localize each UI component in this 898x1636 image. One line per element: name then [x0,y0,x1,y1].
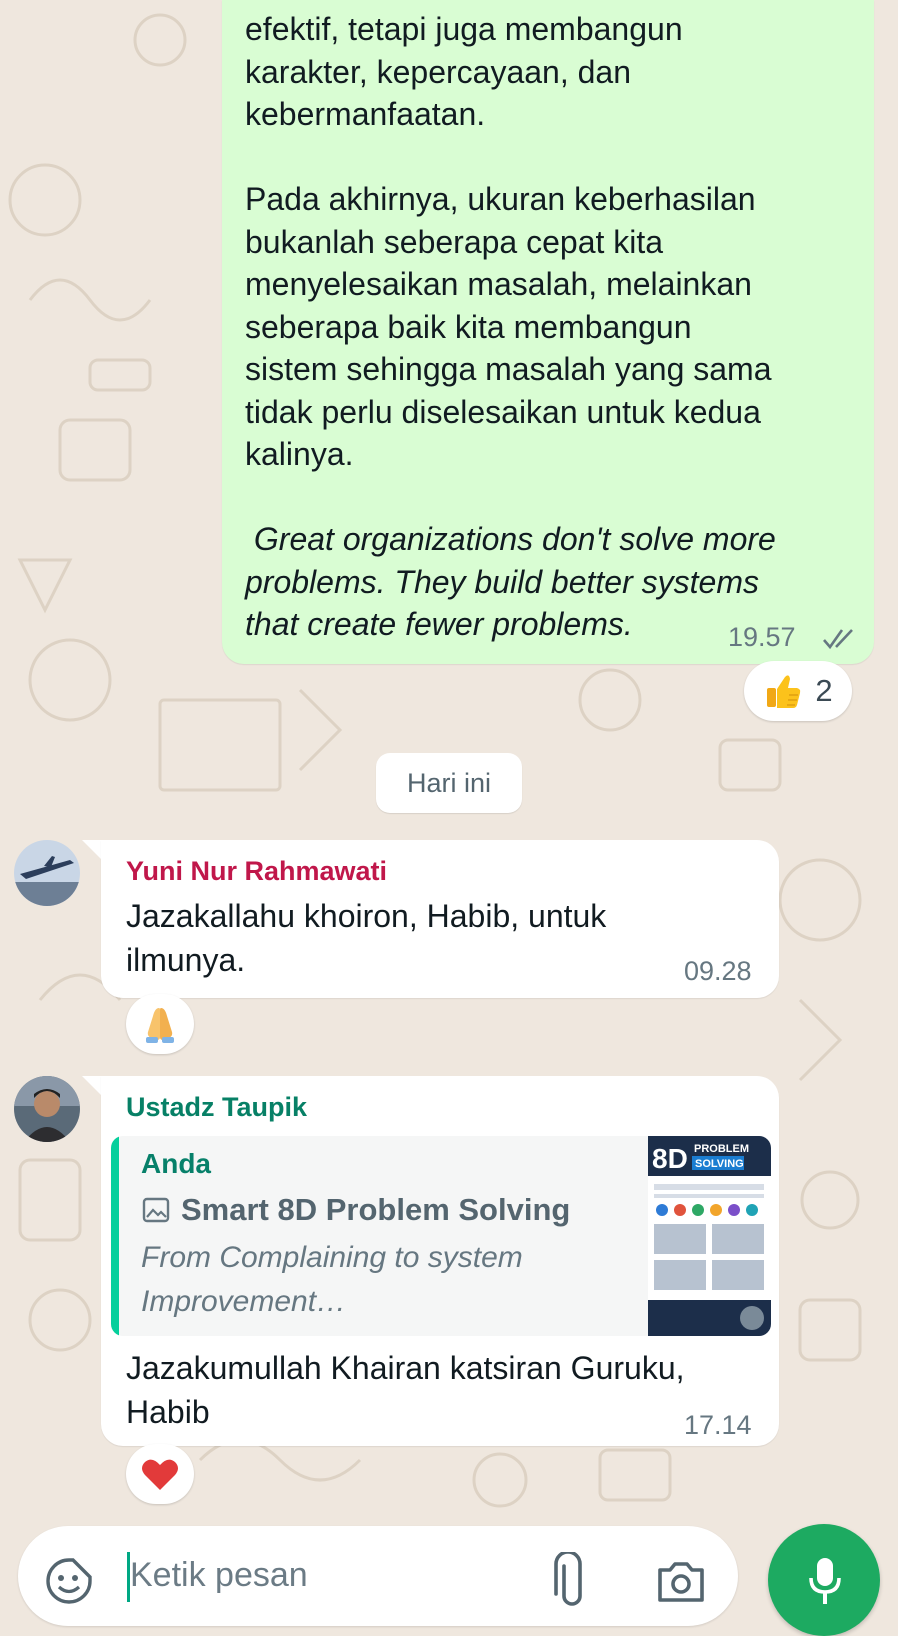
outgoing-message-time: 19.57 [728,622,796,652]
attach-paperclip-icon[interactable] [552,1552,592,1612]
quote-title: Smart 8D Problem Solving [181,1192,571,1227]
thumbnail-bottom-label: SOLVING [695,1158,744,1170]
red-heart-icon [142,1459,178,1490]
date-divider: Hari ini [376,753,522,813]
double-check-icon [823,629,853,650]
quoted-message[interactable]: Anda Smart 8D Problem Solving From Compl… [111,1136,771,1336]
message-input-bar[interactable] [18,1526,738,1626]
message-time: 17.14 [684,1410,752,1440]
folded-hands-icon [146,1008,174,1043]
outgoing-message-text: efektif, tetapi juga membangun karakter,… [245,8,855,646]
outgoing-message-body: efektif, tetapi juga membangun karakter,… [245,11,772,472]
sender-name[interactable]: Yuni Nur Rahmawati [126,856,387,887]
reaction-count: 2 [815,673,833,708]
reaction-badge-folded-hands[interactable] [126,994,194,1054]
sender-name[interactable]: Ustadz Taupik [126,1092,307,1123]
reaction-badge-thumbs-up[interactable]: 2 [744,661,852,721]
camera-icon[interactable] [654,1554,708,1608]
quote-thumbnail: 8D PROBLEM SOLVING [648,1136,771,1336]
quote-author: Anda [141,1148,211,1179]
quote-accent-bar [111,1136,119,1336]
thumbnail-big-label: 8D [652,1143,688,1174]
message-text: Jazakumullah Khairan katsiran Guruku, Ha… [126,1350,685,1430]
quote-description: From Complaining to system Improvement… [141,1241,523,1318]
avatar[interactable] [14,840,80,906]
message-time: 09.28 [684,956,752,986]
image-icon [142,1197,170,1223]
message-text: Jazakallahu khoiron, Habib, untuk ilmuny… [126,898,607,978]
thumbs-up-icon [767,675,801,708]
thumbnail-top-label: PROBLEM [694,1143,749,1155]
quote-title-row: Smart 8D Problem Solving [141,1192,570,1228]
message-input[interactable]: Ketik pesan [130,1556,308,1595]
reaction-badge-red-heart[interactable] [126,1444,194,1504]
avatar[interactable] [14,1076,80,1142]
outgoing-message-quote: Great organizations don't solve more pro… [245,521,776,642]
